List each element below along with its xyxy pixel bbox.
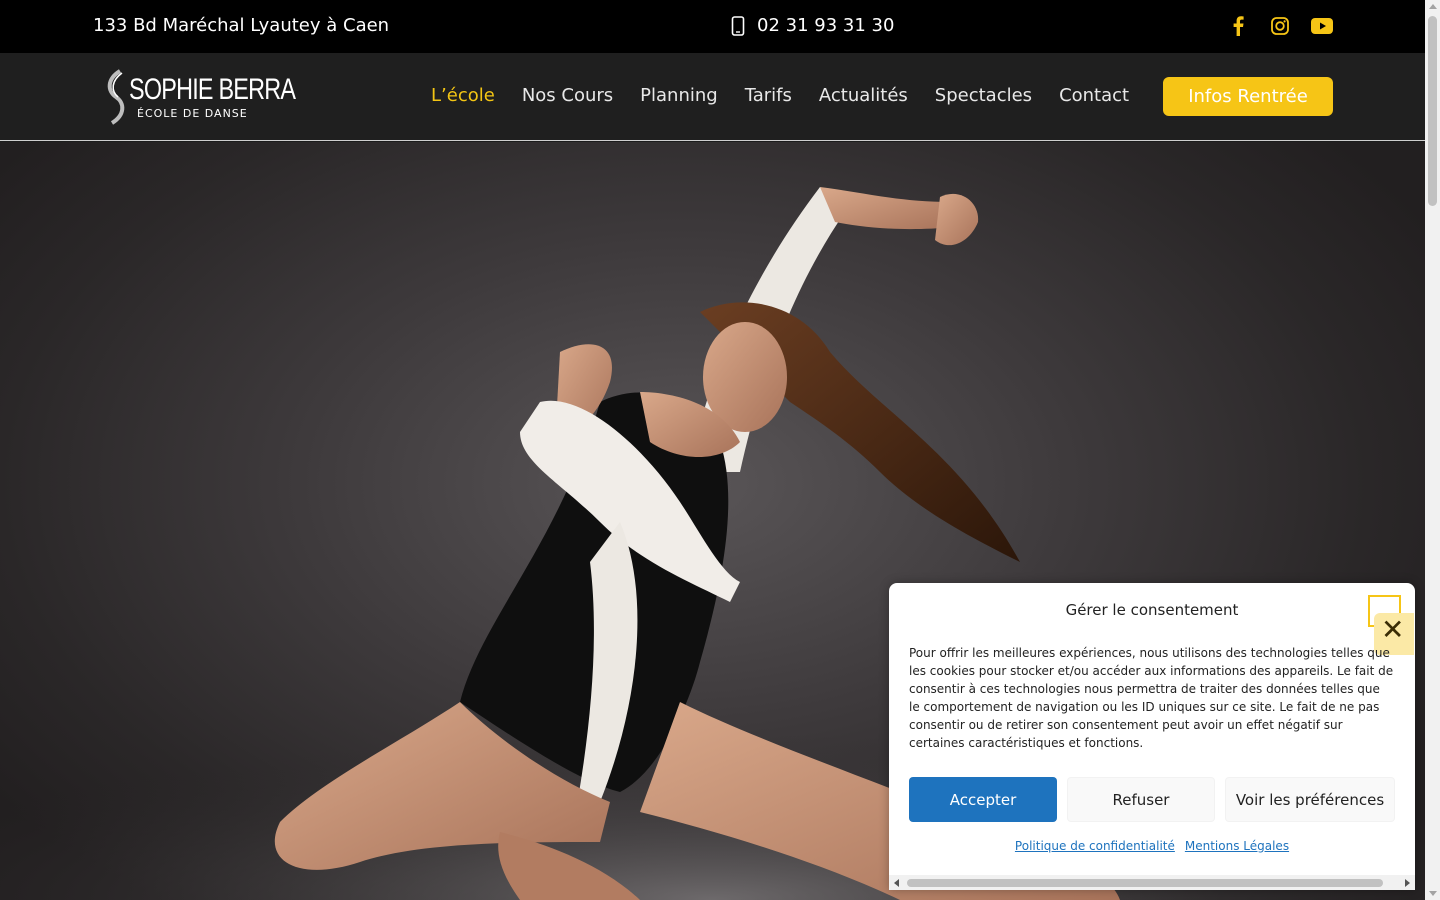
logo-subtitle: ÉCOLE DE DANSE [137, 107, 248, 120]
address-text: 133 Bd Maréchal Lyautey à Caen [93, 15, 390, 36]
legal-notice-link[interactable]: Mentions Légales [1185, 839, 1289, 853]
phone-link[interactable]: 02 31 93 31 30 [731, 15, 894, 36]
close-icon[interactable]: ✕ [1381, 616, 1404, 644]
nav-item-spectacles[interactable]: Spectacles [935, 85, 1032, 106]
nav-item-tarifs[interactable]: Tarifs [745, 85, 792, 106]
scroll-left-arrow-icon[interactable] [894, 879, 899, 887]
page-scrollbar[interactable] [1425, 0, 1440, 900]
mobile-phone-icon [731, 15, 745, 36]
view-preferences-button[interactable]: Voir les préférences [1225, 777, 1395, 822]
scroll-down-arrow-icon[interactable] [1429, 891, 1437, 896]
phone-number: 02 31 93 31 30 [757, 15, 895, 36]
site-logo[interactable]: SOPHIE BERRA ÉCOLE DE DANSE [105, 67, 296, 127]
nav-item-contact[interactable]: Contact [1059, 85, 1129, 106]
refuse-button[interactable]: Refuser [1067, 777, 1215, 822]
nav-item-actualites[interactable]: Actualités [819, 85, 908, 106]
privacy-policy-link[interactable]: Politique de confidentialité [1015, 839, 1175, 853]
consent-links: Politique de confidentialité Mentions Lé… [889, 839, 1415, 853]
youtube-icon[interactable] [1311, 15, 1333, 37]
accept-button[interactable]: Accepter [909, 777, 1057, 822]
logo-swirl-icon [107, 69, 125, 125]
nav-item-nos-cours[interactable]: Nos Cours [522, 85, 613, 106]
main-navbar: SOPHIE BERRA ÉCOLE DE DANSE L’école Nos … [0, 53, 1425, 141]
facebook-icon[interactable] [1227, 15, 1249, 37]
social-links [1227, 15, 1333, 37]
scrollbar-thumb[interactable] [1428, 16, 1437, 206]
cookie-consent-dialog: Gérer le consentement ✕ Pour offrir les … [889, 583, 1415, 890]
scroll-right-arrow-icon[interactable] [1405, 879, 1410, 887]
top-bar: 133 Bd Maréchal Lyautey à Caen 02 31 93 … [0, 0, 1425, 53]
nav-item-planning[interactable]: Planning [640, 85, 718, 106]
scroll-up-arrow-icon[interactable] [1429, 4, 1437, 9]
consent-title: Gérer le consentement [1065, 601, 1239, 619]
horizontal-scrollbar-thumb[interactable] [907, 879, 1383, 887]
logo-name: SOPHIE BERRA [129, 73, 296, 106]
consent-text: Pour offrir les meilleures expériences, … [909, 646, 1394, 750]
instagram-icon[interactable] [1269, 15, 1291, 37]
nav-item-ecole[interactable]: L’école [431, 85, 495, 106]
main-menu: L’école Nos Cours Planning Tarifs Actual… [431, 85, 1129, 106]
consent-horizontal-scrollbar[interactable] [889, 875, 1415, 890]
infos-rentree-button[interactable]: Infos Rentrée [1163, 77, 1333, 116]
